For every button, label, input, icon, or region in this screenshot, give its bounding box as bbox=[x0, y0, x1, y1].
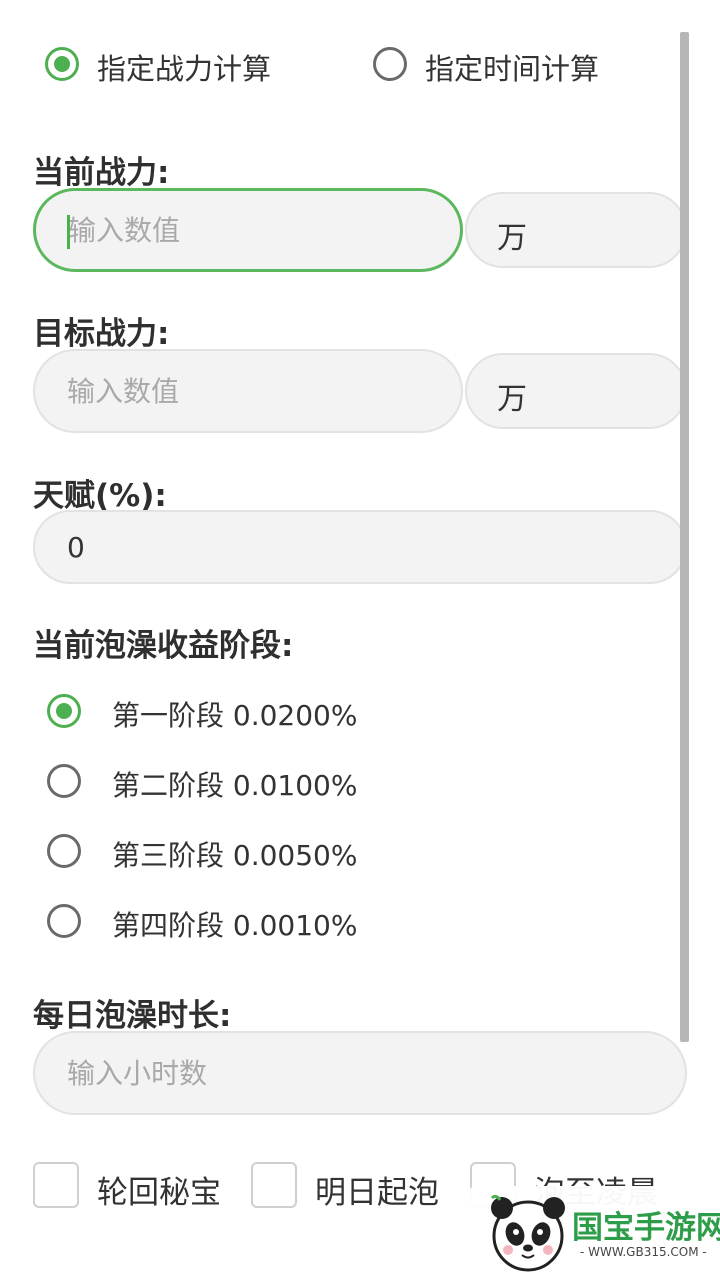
current-power-label: 当前战力: bbox=[33, 155, 170, 191]
talent-field[interactable] bbox=[33, 510, 687, 584]
current-power-unit-select[interactable]: 万 bbox=[465, 192, 687, 268]
checkbox-start-tomorrow[interactable] bbox=[251, 1162, 297, 1208]
checkbox-label-2[interactable]: 明日起泡 bbox=[315, 1167, 439, 1212]
stage-option-3[interactable]: 第三阶段 0.0050% bbox=[112, 834, 357, 874]
stage-option-2[interactable]: 第二阶段 0.0100% bbox=[112, 764, 357, 804]
mode-radio-time[interactable] bbox=[373, 47, 407, 81]
current-power-input[interactable] bbox=[66, 191, 440, 269]
daily-duration-label: 每日泡澡时长: bbox=[33, 998, 232, 1034]
stage-option-4[interactable]: 第四阶段 0.0010% bbox=[112, 904, 357, 944]
current-power-field[interactable] bbox=[33, 188, 463, 272]
radio-selected-dot bbox=[54, 56, 70, 72]
mode-radio-power[interactable] bbox=[45, 47, 79, 81]
scrollbar[interactable] bbox=[680, 32, 689, 1042]
daily-duration-field[interactable] bbox=[33, 1031, 687, 1115]
stage-radio-4[interactable] bbox=[47, 904, 81, 938]
text-cursor bbox=[67, 215, 70, 249]
radio-selected-dot bbox=[56, 703, 72, 719]
watermark-site: - WWW.GB315.COM - bbox=[580, 1245, 707, 1259]
stage-option-1[interactable]: 第一阶段 0.0200% bbox=[112, 694, 357, 734]
talent-input[interactable] bbox=[65, 512, 665, 582]
stage-radio-2[interactable] bbox=[47, 764, 81, 798]
checkbox-reincarnation-treasure[interactable] bbox=[33, 1162, 79, 1208]
panda-logo-icon bbox=[490, 1194, 565, 1272]
talent-label: 天赋(%): bbox=[33, 478, 167, 514]
watermark-brand: 国宝手游网 bbox=[572, 1210, 720, 1246]
stage-label: 当前泡澡收益阶段: bbox=[33, 628, 294, 664]
stage-radio-3[interactable] bbox=[47, 834, 81, 868]
target-power-label: 目标战力: bbox=[33, 316, 170, 352]
target-power-field[interactable] bbox=[33, 349, 463, 433]
target-power-unit: 万 bbox=[497, 382, 527, 417]
daily-duration-input[interactable] bbox=[65, 1033, 665, 1113]
mode-power-label[interactable]: 指定战力计算 bbox=[97, 46, 271, 88]
target-power-input[interactable] bbox=[65, 351, 441, 431]
target-power-unit-select[interactable]: 万 bbox=[465, 353, 687, 429]
stage-radio-1[interactable] bbox=[47, 694, 81, 728]
checkbox-label-1[interactable]: 轮回秘宝 bbox=[97, 1167, 221, 1212]
site-watermark: 国宝手游网 - WWW.GB315.COM - bbox=[468, 1186, 720, 1280]
mode-time-label[interactable]: 指定时间计算 bbox=[425, 46, 599, 88]
current-power-unit: 万 bbox=[497, 221, 527, 256]
